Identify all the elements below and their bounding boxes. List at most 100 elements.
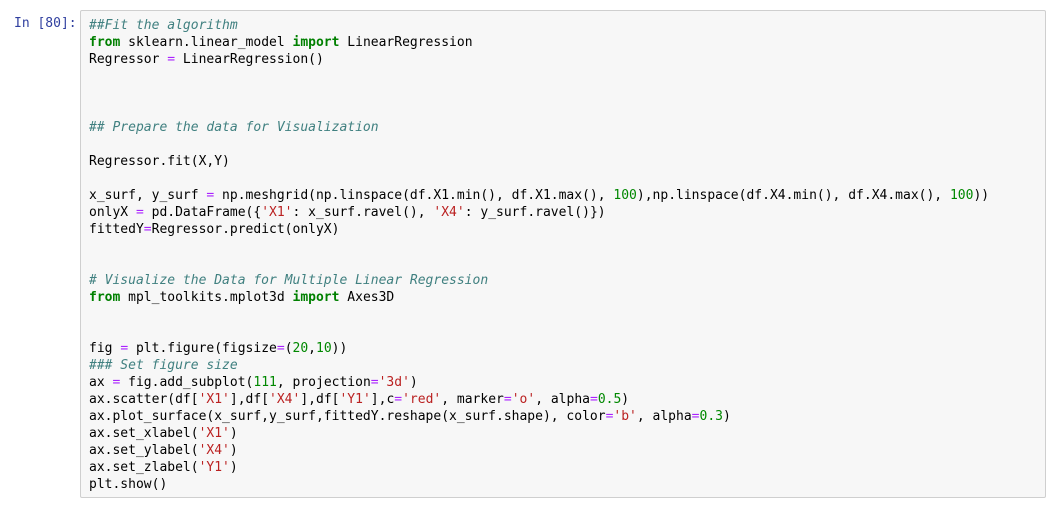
code-token: Regressor.fit(X,Y) <box>89 154 230 169</box>
code-token: ax.plot_surface(x_surf,y_surf,fittedY.re… <box>89 409 606 424</box>
code-token: : x_surf.ravel(), <box>292 205 434 220</box>
code-token: ) <box>229 426 238 441</box>
code-token-str: 'X1' <box>198 426 230 441</box>
code-line: fittedY=Regressor.predict(onlyX) <box>89 221 989 238</box>
code-token-num: 0.3 <box>699 409 723 424</box>
code-token: fig <box>89 341 121 356</box>
code-token: ),np.linspace(df.X4.min(), df.X4.max(), <box>636 188 950 203</box>
code-token-str: 'o' <box>511 392 536 407</box>
code-token-op: = <box>589 392 598 407</box>
code-token: onlyX <box>89 205 136 220</box>
code-token: , <box>308 341 316 356</box>
code-line: ax.set_ylabel('X4') <box>89 442 989 459</box>
code-token: Regressor <box>89 52 168 67</box>
code-token: x_surf, y_surf <box>89 188 207 203</box>
code-token: LinearRegression <box>339 35 473 50</box>
code-line: # Visualize the Data for Multiple Linear… <box>89 272 989 289</box>
code-line: x_surf, y_surf = np.meshgrid(np.linspace… <box>89 187 989 204</box>
code-token: mpl_toolkits.mplot3d <box>120 290 293 305</box>
code-token: ( <box>284 341 293 356</box>
code-token-op: = <box>276 341 285 356</box>
code-line: from mpl_toolkits.mplot3d import Axes3D <box>89 289 989 306</box>
code-token-str: 'X4' <box>269 392 301 407</box>
code-token: ) <box>229 443 238 458</box>
code-line: ## Prepare the data for Visualization <box>89 119 989 136</box>
code-token-str: 'red' <box>402 392 442 407</box>
code-token: ],c <box>370 392 395 407</box>
code-token: ],df[ <box>229 392 270 407</box>
code-token-op: = <box>503 392 512 407</box>
code-token: Regressor.predict(onlyX) <box>151 222 340 237</box>
code-token: Axes3D <box>339 290 395 305</box>
code-token-comment: # Visualize the Data for Multiple Linear… <box>89 273 489 288</box>
code-token-comment: ## Prepare the data for Visualization <box>89 120 379 135</box>
code-token: ax <box>89 375 113 390</box>
code-token: , alpha <box>636 409 692 424</box>
code-line: ### Set figure size <box>89 357 989 374</box>
code-token-str: 'b' <box>613 409 637 424</box>
code-token-str: '3d' <box>378 375 410 390</box>
code-token: )) <box>973 188 990 203</box>
code-token-kw: from <box>89 290 121 305</box>
code-token-op: = <box>691 409 700 424</box>
code-line: from sklearn.linear_model import LinearR… <box>89 34 989 51</box>
code-token: : y_surf.ravel()}) <box>464 205 606 220</box>
code-token-kw: import <box>292 290 340 305</box>
code-token-op: = <box>120 341 129 356</box>
code-token: ) <box>229 460 238 475</box>
code-token-str: 'Y1' <box>198 460 230 475</box>
code-token-num: 111 <box>253 375 277 390</box>
notebook-code-cell[interactable]: In [80]: ##Fit the algorithm from sklearn… <box>0 0 1048 516</box>
code-token: fig.add_subplot( <box>120 375 254 390</box>
code-token: ],df[ <box>300 392 340 407</box>
code-token: ) <box>722 409 731 424</box>
code-token-num: 0.5 <box>597 392 622 407</box>
code-token-comment: ### Set figure size <box>89 358 238 373</box>
code-token: sklearn.linear_model <box>120 35 293 50</box>
code-line: ##Fit the algorithm <box>89 17 989 34</box>
code-token: , alpha <box>535 392 590 407</box>
code-token-str: 'X1' <box>198 392 230 407</box>
code-token: plt.figure(figsize <box>128 341 277 356</box>
code-line: fig = plt.figure(figsize=(20,10)) <box>89 340 989 357</box>
code-token: ) <box>621 392 630 407</box>
code-token: np.meshgrid(np.linspace(df.X1.min(), df.… <box>214 188 614 203</box>
code-token-str: 'X1' <box>261 205 293 220</box>
code-line: ax.set_xlabel('X1') <box>89 425 989 442</box>
code-token: LinearRegression() <box>175 52 324 67</box>
code-token: ) <box>409 375 418 390</box>
code-line: Regressor.fit(X,Y) <box>89 153 989 170</box>
code-token-str: 'X4' <box>198 443 230 458</box>
code-line: Regressor = LinearRegression() <box>89 51 989 68</box>
code-token-op: = <box>394 392 403 407</box>
code-line: ax = fig.add_subplot(111, projection='3d… <box>89 374 989 391</box>
code-token: ax.set_xlabel( <box>89 426 199 441</box>
code-token-op: = <box>167 52 176 67</box>
code-token: , projection <box>276 375 371 390</box>
code-token: plt.show() <box>89 477 168 492</box>
code-token-num: 100 <box>613 188 637 203</box>
code-token-op: = <box>135 205 144 220</box>
code-line: plt.show() <box>89 476 989 493</box>
code-line: ax.scatter(df['X1'],df['X4'],df['Y1'],c=… <box>89 391 989 408</box>
code-token: ax.scatter(df[ <box>89 392 199 407</box>
code-token-str: 'X4' <box>433 205 465 220</box>
code-content[interactable]: ##Fit the algorithm from sklearn.linear_m… <box>89 17 989 493</box>
code-editor[interactable]: ##Fit the algorithm from sklearn.linear_m… <box>80 10 1046 498</box>
cell-prompt: In [80]: <box>14 16 77 31</box>
code-token-kw: from <box>89 35 121 50</box>
code-line: onlyX = pd.DataFrame({'X1': x_surf.ravel… <box>89 204 989 221</box>
code-token: ax.set_ylabel( <box>89 443 199 458</box>
code-line: ax.set_zlabel('Y1') <box>89 459 989 476</box>
code-token-num: 20 <box>292 341 309 356</box>
code-token: ax.set_zlabel( <box>89 460 199 475</box>
